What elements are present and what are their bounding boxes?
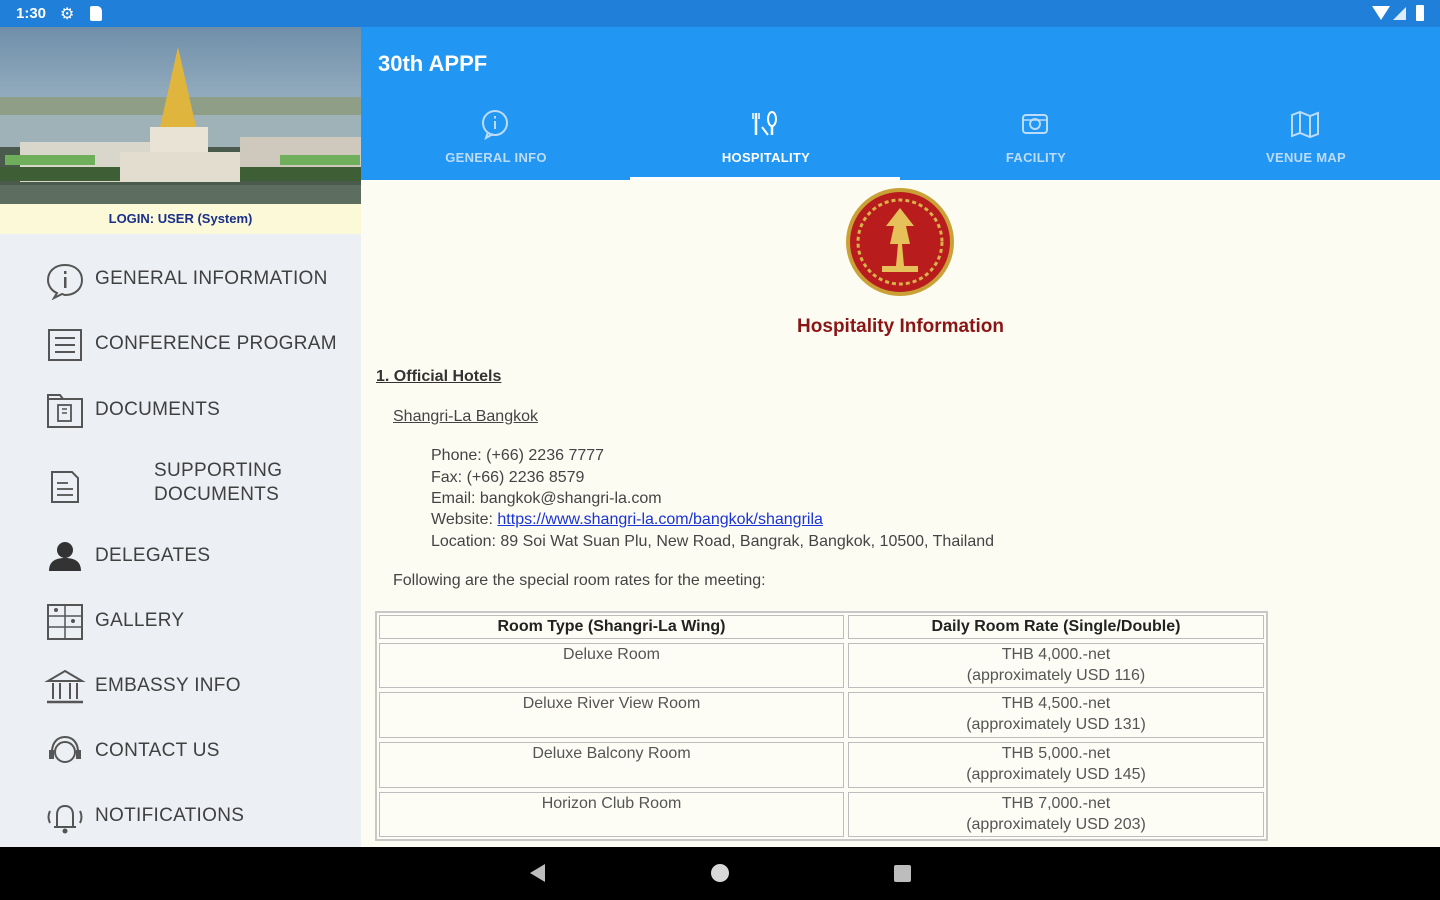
settings-status-icon: ⚙ — [60, 6, 75, 23]
rate-approx: (approximately USD 145) — [966, 766, 1146, 783]
rate-approx: (approximately USD 131) — [966, 716, 1146, 733]
tab-facility[interactable]: FACILITY — [901, 107, 1171, 180]
rates-intro-text: Following are the special room rates for… — [393, 572, 766, 589]
sidebar-item-label: GALLERY — [95, 610, 185, 631]
tab-label: GENERAL INFO — [445, 150, 547, 165]
tab-label: FACILITY — [1005, 150, 1067, 165]
sidebar-item-label: NOTIFICATIONS — [95, 805, 245, 826]
sidebar-item-label-line2: DOCUMENTS — [154, 484, 280, 505]
sidebar-item-label: SUPPORTING — [154, 460, 283, 481]
rate-value: THB 4,500.-net — [1001, 695, 1111, 712]
sidebar-item-general-information[interactable]: GENERAL INFORMATION — [0, 248, 361, 308]
bell-icon — [47, 804, 83, 834]
hotel-fax: Fax: (+66) 2236 8579 — [431, 469, 585, 486]
signal-icon — [1393, 7, 1406, 20]
back-icon[interactable] — [530, 864, 545, 882]
parliament-emblem-logo — [846, 188, 954, 296]
hotel-website-link[interactable]: https://www.shangri-la.com/bangkok/shang… — [497, 511, 823, 528]
room-rates-table: Room Type (Shangri-La Wing) Daily Room R… — [375, 611, 1268, 841]
sidebar-item-gallery[interactable]: GALLERY — [0, 590, 361, 650]
table-cell-rate: THB 7,000.-net (approximately USD 203) — [848, 792, 1264, 837]
hotel-phone: Phone: (+66) 2236 7777 — [431, 447, 605, 464]
map-icon — [1291, 110, 1319, 139]
table-header-daily-rate: Daily Room Rate (Single/Double) — [848, 615, 1264, 639]
supporting-document-icon — [51, 471, 79, 503]
table-cell-room: Deluxe Balcony Room — [379, 742, 844, 788]
sidebar-item-label: EMBASSY INFO — [95, 675, 241, 696]
embassy-icon — [44, 669, 86, 704]
sidebar-item-label: GENERAL INFORMATION — [95, 268, 328, 289]
table-cell-room: Deluxe Room — [379, 643, 844, 688]
recents-icon[interactable] — [894, 865, 911, 882]
facility-icon — [1022, 114, 1048, 134]
battery-icon — [1416, 5, 1424, 21]
login-status: LOGIN: USER (System) — [0, 204, 361, 234]
section-heading: 1. Official Hotels — [376, 368, 502, 385]
table-cell-room: Deluxe River View Room — [379, 692, 844, 738]
sidebar-item-label: CONTACT US — [95, 740, 220, 761]
home-icon[interactable] — [711, 864, 729, 882]
tab-hospitality[interactable]: HOSPITALITY — [631, 107, 901, 180]
navigation-drawer: LOGIN: USER (System) GENERAL INFORMATION… — [0, 27, 361, 847]
wifi-icon — [1372, 6, 1390, 20]
hotel-name: Shangri-La Bangkok — [393, 408, 538, 425]
headset-icon — [49, 735, 81, 763]
table-cell-rate: THB 5,000.-net (approximately USD 145) — [848, 742, 1264, 788]
tab-venue-map[interactable]: VENUE MAP — [1171, 107, 1440, 180]
page-title: Hospitality Information — [797, 316, 1004, 337]
sidebar-item-embassy-info[interactable]: EMBASSY INFO — [0, 655, 361, 715]
hotel-location: Location: 89 Soi Wat Suan Plu, New Road,… — [431, 533, 995, 550]
tab-label: HOSPITALITY — [721, 150, 811, 165]
rate-value: THB 7,000.-net — [1001, 795, 1111, 812]
info-icon — [46, 263, 84, 300]
app-bar: 30th APPF GENERAL INFO HOSPITALITY FACIL… — [361, 27, 1440, 180]
status-time: 1:30 — [16, 5, 47, 22]
rate-approx: (approximately USD 116) — [966, 667, 1146, 684]
table-cell-rate: THB 4,500.-net (approximately USD 131) — [848, 692, 1264, 738]
sidebar-item-label: CONFERENCE PROGRAM — [95, 333, 337, 354]
hotel-website-line: Website: https://www.shangri-la.com/bang… — [431, 511, 823, 529]
document-icon — [47, 394, 83, 428]
website-label: Website: — [431, 511, 498, 528]
table-cell-room: Horizon Club Room — [379, 792, 844, 837]
tab-label: VENUE MAP — [1266, 150, 1346, 165]
sidebar-item-label: DOCUMENTS — [95, 399, 221, 420]
sd-card-icon — [90, 6, 102, 21]
app-title: 30th APPF — [378, 51, 488, 76]
sidebar-item-documents[interactable]: DOCUMENTS — [0, 379, 361, 439]
gallery-icon — [47, 604, 83, 640]
sidebar-item-notifications[interactable]: NOTIFICATIONS — [0, 785, 361, 845]
sidebar-item-contact-us[interactable]: CONTACT US — [0, 720, 361, 780]
system-navigation-bar — [0, 847, 1440, 900]
tab-general-info[interactable]: GENERAL INFO — [361, 107, 631, 180]
parliament-building-image — [0, 27, 361, 204]
table-cell-rate: THB 4,000.-net (approximately USD 116) — [848, 643, 1264, 688]
status-bar: 1:30 ⚙ — [0, 0, 1440, 27]
list-icon — [48, 329, 82, 361]
person-icon — [49, 542, 81, 571]
table-header-room-type: Room Type (Shangri-La Wing) — [379, 615, 844, 639]
sidebar-item-conference-program[interactable]: CONFERENCE PROGRAM — [0, 313, 361, 373]
rate-approx: (approximately USD 203) — [966, 816, 1146, 833]
sidebar-item-label: DELEGATES — [95, 545, 211, 566]
info-icon — [482, 110, 508, 141]
hospitality-icon — [752, 111, 777, 136]
sidebar-item-delegates[interactable]: DELEGATES — [0, 525, 361, 585]
rate-value: THB 4,000.-net — [1001, 646, 1111, 663]
sidebar-item-supporting-documents[interactable]: SUPPORTING DOCUMENTS — [0, 452, 361, 522]
hotel-email: Email: bangkok@shangri-la.com — [431, 490, 662, 507]
rate-value: THB 5,000.-net — [1001, 745, 1111, 762]
